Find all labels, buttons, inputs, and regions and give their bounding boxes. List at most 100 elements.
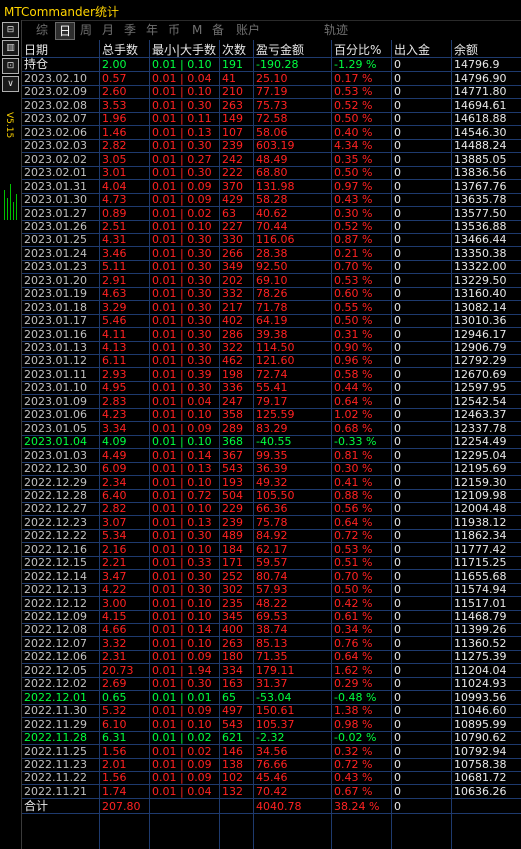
- row-date: 2022.12.14: [24, 569, 87, 583]
- table-row[interactable]: 2023.02.09 2.60 0.01 | 0.10 210 77.19 0.53 % 0…: [22, 85, 521, 100]
- table-row[interactable]: 2023.02.06 1.46 0.01 | 0.13 107 58.06 0.40 % 0…: [22, 126, 521, 140]
- row-count: 263: [222, 98, 243, 112]
- row-pnl: 125.59: [256, 408, 295, 422]
- row-percent: 0.17 %: [334, 72, 373, 85]
- table-row[interactable]: 2023.01.17 5.46 0.01 | 0.30 402 64.19 0.50 % 0…: [22, 314, 521, 329]
- row-lots: 4.15: [102, 610, 127, 623]
- table-row[interactable]: 2022.11.28 6.31 0.01 | 0.02 621 -2.32 -0.02 %…: [22, 731, 521, 746]
- header-percent[interactable]: 百分比%: [334, 44, 381, 57]
- tab-notes[interactable]: 备: [212, 22, 224, 38]
- table-row[interactable]: 2022.11.21 1.74 0.01 | 0.04 132 70.42 0.67 % 0…: [22, 785, 521, 799]
- row-date: 2023.01.23: [24, 260, 87, 274]
- table-row[interactable]: 2022.11.25 1.56 0.01 | 0.02 146 34.56 0.32 % 0…: [22, 745, 521, 759]
- row-lots: 2.69: [102, 677, 127, 691]
- table-row[interactable]: 2022.12.28 6.40 0.01 | 0.72 504 105.50 0.88 %…: [22, 489, 521, 503]
- table-row[interactable]: 2023.01.26 2.51 0.01 | 0.10 227 70.44 0.52 % 0…: [22, 220, 521, 234]
- tab-yearly[interactable]: 年: [146, 22, 158, 38]
- table-row[interactable]: 2022.12.02 2.69 0.01 | 0.30 163 31.37 0.29 % 0…: [22, 677, 521, 692]
- table-row[interactable]: 2023.01.13 4.13 0.01 | 0.30 322 114.50 0.90 %…: [22, 341, 521, 355]
- table-row[interactable]: 2023.02.03 2.82 0.01 | 0.30 239 603.19 4.34 %…: [22, 139, 521, 154]
- table-row[interactable]: 2022.12.29 2.34 0.01 | 0.10 193 49.32 0.41 % 0…: [22, 476, 521, 490]
- table-row[interactable]: 2023.01.25 4.31 0.01 | 0.30 330 116.06 0.87 %…: [22, 233, 521, 248]
- table-row[interactable]: 2022.12.30 6.09 0.01 | 0.13 543 36.39 0.30 % 0…: [22, 462, 521, 477]
- row-pnl: 85.13: [256, 636, 288, 650]
- table-row[interactable]: 2023.01.03 4.49 0.01 | 0.14 367 99.35 0.81 % 0…: [22, 449, 521, 463]
- header-minmax[interactable]: 最小|大手数: [152, 44, 216, 57]
- row-count: 332: [222, 287, 243, 301]
- table-row[interactable]: 2022.12.16 2.16 0.01 | 0.10 184 62.17 0.53 % 0…: [22, 543, 521, 557]
- table-row[interactable]: 2022.11.23 2.01 0.01 | 0.09 138 76.66 0.72 % 0…: [22, 758, 521, 772]
- table-row[interactable]: 2022.12.27 2.82 0.01 | 0.10 229 66.36 0.56 % 0…: [22, 502, 521, 517]
- table-row[interactable]: 2023.01.30 4.73 0.01 | 0.09 429 58.28 0.43 % 0…: [22, 193, 521, 208]
- row-percent: 0.21 %: [334, 246, 373, 260]
- table-row[interactable]: 2022.12.08 4.66 0.01 | 0.14 400 38.74 0.34 % 0…: [22, 623, 521, 638]
- table-row[interactable]: 2023.01.16 4.11 0.01 | 0.30 286 39.38 0.31 % 0…: [22, 328, 521, 342]
- table-row[interactable]: 2023.02.01 3.01 0.01 | 0.30 222 68.80 0.50 % 0…: [22, 166, 521, 181]
- table-row[interactable]: 2022.12.13 4.22 0.01 | 0.30 302 57.93 0.50 % 0…: [22, 583, 521, 598]
- table-row[interactable]: 2022.12.15 2.21 0.01 | 0.33 171 59.57 0.51 % 0…: [22, 556, 521, 571]
- row-date: 2022.12.08: [24, 623, 87, 637]
- header-lots[interactable]: 总手数: [102, 44, 138, 57]
- table-row[interactable]: 2023.01.20 2.91 0.01 | 0.30 202 69.10 0.53 % 0…: [22, 274, 521, 288]
- row-balance: 13010.36: [454, 314, 507, 328]
- table-row[interactable]: 2023.01.31 4.04 0.01 | 0.09 370 131.98 0.97 %…: [22, 180, 521, 194]
- header-date[interactable]: 日期: [24, 44, 48, 57]
- panel-icon[interactable]: ▥: [2, 40, 19, 56]
- row-percent: -0.33 %: [334, 435, 377, 449]
- table-row[interactable]: 2022.12.05 20.73 0.01 | 1.94 334 179.11 1.62 …: [22, 664, 521, 678]
- holding-row[interactable]: 持仓 2.00 0.01 | 0.10 191 -190.28 -1.29 % …: [22, 58, 521, 72]
- tab-daily[interactable]: 日: [55, 22, 76, 40]
- row-balance: 14694.61: [454, 98, 507, 112]
- table-row[interactable]: 2022.12.22 5.34 0.01 | 0.30 489 84.92 0.72 % 0…: [22, 529, 521, 544]
- table-row[interactable]: 2022.11.22 1.56 0.01 | 0.09 102 45.46 0.43 % 0…: [22, 771, 521, 786]
- layout-icon[interactable]: ⊟: [2, 22, 19, 38]
- menu-icon[interactable]: ∨: [2, 76, 19, 92]
- table-row[interactable]: 2022.12.12 3.00 0.01 | 0.10 235 48.22 0.42 % 0…: [22, 597, 521, 611]
- tab-weekly[interactable]: 周: [80, 22, 92, 38]
- table-row[interactable]: 2023.01.18 3.29 0.01 | 0.30 217 71.78 0.55 % 0…: [22, 301, 521, 315]
- table-row[interactable]: 2023.01.06 4.23 0.01 | 0.10 358 125.59 1.02 %…: [22, 408, 521, 423]
- tab-currency[interactable]: 币: [168, 22, 180, 38]
- table-row[interactable]: 2023.01.19 4.63 0.01 | 0.30 332 78.26 0.60 % 0…: [22, 287, 521, 302]
- table-row[interactable]: 2023.01.05 3.34 0.01 | 0.09 289 83.29 0.68 % 0…: [22, 422, 521, 436]
- header-pnl[interactable]: 盈亏金额: [256, 44, 304, 57]
- header-flow[interactable]: 出入金: [394, 44, 430, 57]
- table-row[interactable]: 2023.01.10 4.95 0.01 | 0.30 336 55.41 0.44 % 0…: [22, 381, 521, 396]
- table-row[interactable]: 2023.01.24 3.46 0.01 | 0.30 266 28.38 0.21 % 0…: [22, 247, 521, 261]
- tab-track[interactable]: 轨迹: [324, 22, 348, 38]
- table-row[interactable]: 2022.12.07 3.32 0.01 | 0.10 263 85.13 0.76 % 0…: [22, 637, 521, 651]
- row-percent: 0.34 %: [334, 623, 373, 637]
- tab-monthly[interactable]: 月: [102, 22, 114, 38]
- row-balance: 10895.99: [454, 717, 507, 731]
- table-row[interactable]: 2023.01.27 0.89 0.01 | 0.02 63 40.62 0.30 % 0 1…: [22, 207, 521, 221]
- table-row[interactable]: 2023.01.04 4.09 0.01 | 0.10 368 -40.55 -0.33 …: [22, 435, 521, 450]
- tab-quarterly[interactable]: 季: [124, 22, 136, 38]
- table-row[interactable]: 2023.02.10 0.57 0.01 | 0.04 41 25.10 0.17 % 0 1…: [22, 72, 521, 86]
- expand-icon[interactable]: ⊡: [2, 58, 19, 74]
- row-balance: 10790.62: [454, 731, 507, 745]
- table-row[interactable]: 2023.02.02 3.05 0.01 | 0.27 242 48.49 0.35 % 0…: [22, 153, 521, 167]
- table-row[interactable]: 2023.02.08 3.53 0.01 | 0.30 263 75.73 0.52 % 0…: [22, 99, 521, 113]
- table-row[interactable]: 2023.01.11 2.93 0.01 | 0.39 198 72.74 0.58 % 0…: [22, 368, 521, 382]
- table-row[interactable]: 2023.02.07 1.96 0.01 | 0.11 149 72.58 0.50 % 0…: [22, 112, 521, 127]
- table-row[interactable]: 2022.11.30 5.32 0.01 | 0.09 497 150.61 1.38 %…: [22, 704, 521, 719]
- tab-m[interactable]: M: [192, 22, 202, 38]
- table-row[interactable]: 2022.12.06 2.31 0.01 | 0.09 180 71.35 0.64 % 0…: [22, 650, 521, 665]
- tab-account[interactable]: 账户: [236, 22, 260, 38]
- row-flow: 0: [394, 421, 401, 435]
- table-row[interactable]: 2022.12.01 0.65 0.01 | 0.01 65 -53.04 -0.48 %…: [22, 691, 521, 705]
- table-row[interactable]: 2023.01.09 2.83 0.01 | 0.04 247 79.17 0.64 % 0…: [22, 395, 521, 409]
- table-row[interactable]: 2023.01.23 5.11 0.01 | 0.30 349 92.50 0.70 % 0…: [22, 260, 521, 275]
- header-count[interactable]: 次数: [222, 44, 246, 57]
- table-row[interactable]: 2023.01.12 6.11 0.01 | 0.30 462 121.60 0.96 %…: [22, 354, 521, 369]
- row-flow: 0: [394, 219, 401, 233]
- table-row[interactable]: 2022.12.23 3.07 0.01 | 0.13 239 75.78 0.64 % 0…: [22, 516, 521, 530]
- table-row[interactable]: 2022.11.29 6.10 0.01 | 0.10 543 105.37 0.98 %…: [22, 718, 521, 732]
- table-row[interactable]: 2022.12.09 4.15 0.01 | 0.10 345 69.53 0.61 % 0…: [22, 610, 521, 624]
- table-row[interactable]: 2022.12.14 3.47 0.01 | 0.30 252 80.74 0.70 % 0…: [22, 570, 521, 584]
- row-percent: -0.48 %: [334, 690, 377, 704]
- row-pnl: 105.50: [256, 488, 295, 502]
- row-balance: 10636.26: [454, 784, 507, 798]
- header-balance[interactable]: 余额: [454, 44, 478, 57]
- tab-overview[interactable]: 综: [36, 22, 48, 38]
